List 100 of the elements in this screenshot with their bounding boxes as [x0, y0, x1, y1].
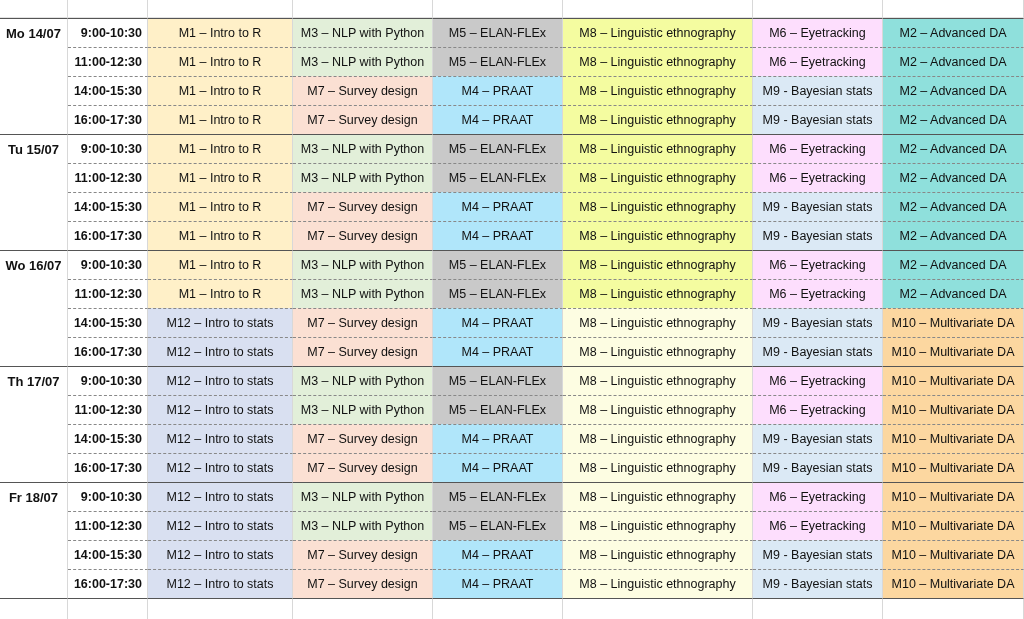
module-cell: M2 – Advanced DA: [883, 250, 1024, 279]
module-cell: M1 – Intro to R: [148, 18, 293, 47]
day-label: Th 17/07: [7, 373, 60, 389]
module-cell: M10 – Multivariate DA: [883, 337, 1024, 366]
module-cell: M12 – Intro to stats: [148, 569, 293, 598]
module-cell: M8 – Linguistic ethnography: [563, 482, 753, 511]
module-cell: M7 – Survey design: [293, 221, 433, 250]
module-cell: M2 – Advanced DA: [883, 163, 1024, 192]
module-cell: M4 – PRAAT: [433, 337, 563, 366]
module-cell: M8 – Linguistic ethnography: [563, 221, 753, 250]
module-cell: M6 – Eyetracking: [753, 279, 883, 308]
module-cell: M8 – Linguistic ethnography: [563, 366, 753, 395]
module-cell: M2 – Advanced DA: [883, 134, 1024, 163]
module-cell: M8 – Linguistic ethnography: [563, 163, 753, 192]
empty-cell: [0, 0, 68, 18]
module-cell: M6 – Eyetracking: [753, 366, 883, 395]
module-cell: M7 – Survey design: [293, 540, 433, 569]
module-cell: M7 – Survey design: [293, 192, 433, 221]
module-cell: M8 – Linguistic ethnography: [563, 76, 753, 105]
module-cell: M10 – Multivariate DA: [883, 540, 1024, 569]
module-cell: M2 – Advanced DA: [883, 47, 1024, 76]
module-cell: M7 – Survey design: [293, 105, 433, 134]
module-cell: M2 – Advanced DA: [883, 76, 1024, 105]
module-cell: M4 – PRAAT: [433, 453, 563, 482]
module-cell: M5 – ELAN-FLEx: [433, 366, 563, 395]
module-cell: M3 – NLP with Python: [293, 47, 433, 76]
module-cell: M9 - Bayesian stats: [753, 337, 883, 366]
module-cell: M2 – Advanced DA: [883, 279, 1024, 308]
module-cell: M9 - Bayesian stats: [753, 453, 883, 482]
module-cell: M4 – PRAAT: [433, 540, 563, 569]
module-cell: M7 – Survey design: [293, 453, 433, 482]
module-cell: M7 – Survey design: [293, 424, 433, 453]
module-cell: M6 – Eyetracking: [753, 395, 883, 424]
module-cell: M2 – Advanced DA: [883, 192, 1024, 221]
module-cell: M5 – ELAN-FLEx: [433, 250, 563, 279]
module-cell: M12 – Intro to stats: [148, 511, 293, 540]
module-cell: M8 – Linguistic ethnography: [563, 540, 753, 569]
module-cell: M3 – NLP with Python: [293, 134, 433, 163]
module-cell: M1 – Intro to R: [148, 279, 293, 308]
module-cell: M12 – Intro to stats: [148, 395, 293, 424]
module-cell: M10 – Multivariate DA: [883, 424, 1024, 453]
module-cell: M3 – NLP with Python: [293, 395, 433, 424]
module-cell: M5 – ELAN-FLEx: [433, 482, 563, 511]
day-label: Mo 14/07: [6, 25, 61, 41]
day-label: Fr 18/07: [8, 489, 59, 505]
module-cell: M8 – Linguistic ethnography: [563, 192, 753, 221]
module-cell: M9 - Bayesian stats: [753, 308, 883, 337]
module-cell: M8 – Linguistic ethnography: [563, 395, 753, 424]
module-cell: M5 – ELAN-FLEx: [433, 395, 563, 424]
module-cell: M8 – Linguistic ethnography: [563, 250, 753, 279]
module-cell: M12 – Intro to stats: [148, 453, 293, 482]
module-cell: M9 - Bayesian stats: [753, 76, 883, 105]
module-cell: M8 – Linguistic ethnography: [563, 105, 753, 134]
module-cell: M8 – Linguistic ethnography: [563, 47, 753, 76]
module-cell: M1 – Intro to R: [148, 105, 293, 134]
module-cell: M1 – Intro to R: [148, 47, 293, 76]
module-cell: M1 – Intro to R: [148, 134, 293, 163]
module-cell: M10 – Multivariate DA: [883, 482, 1024, 511]
module-cell: M1 – Intro to R: [148, 250, 293, 279]
module-cell: M3 – NLP with Python: [293, 366, 433, 395]
module-cell: M7 – Survey design: [293, 569, 433, 598]
module-cell: M4 – PRAAT: [433, 105, 563, 134]
module-cell: M10 – Multivariate DA: [883, 395, 1024, 424]
module-cell: M7 – Survey design: [293, 308, 433, 337]
module-cell: M9 - Bayesian stats: [753, 540, 883, 569]
module-cell: M8 – Linguistic ethnography: [563, 337, 753, 366]
module-cell: M6 – Eyetracking: [753, 250, 883, 279]
module-cell: M5 – ELAN-FLEx: [433, 134, 563, 163]
module-cell: M6 – Eyetracking: [753, 482, 883, 511]
module-cell: M10 – Multivariate DA: [883, 511, 1024, 540]
module-cell: M10 – Multivariate DA: [883, 453, 1024, 482]
module-cell: M9 - Bayesian stats: [753, 424, 883, 453]
module-cell: M3 – NLP with Python: [293, 482, 433, 511]
module-cell: M5 – ELAN-FLEx: [433, 511, 563, 540]
module-cell: M3 – NLP with Python: [293, 163, 433, 192]
module-cell: M3 – NLP with Python: [293, 511, 433, 540]
module-cell: M6 – Eyetracking: [753, 163, 883, 192]
module-cell: M5 – ELAN-FLEx: [433, 47, 563, 76]
module-cell: M6 – Eyetracking: [753, 18, 883, 47]
module-cell: M8 – Linguistic ethnography: [563, 279, 753, 308]
module-cell: M8 – Linguistic ethnography: [563, 424, 753, 453]
module-cell: M8 – Linguistic ethnography: [563, 308, 753, 337]
module-cell: M4 – PRAAT: [433, 192, 563, 221]
empty-cell: [0, 598, 68, 619]
module-cell: M7 – Survey design: [293, 337, 433, 366]
module-cell: M9 - Bayesian stats: [753, 569, 883, 598]
module-cell: M3 – NLP with Python: [293, 18, 433, 47]
module-cell: M1 – Intro to R: [148, 221, 293, 250]
module-cell: M4 – PRAAT: [433, 308, 563, 337]
module-cell: M10 – Multivariate DA: [883, 366, 1024, 395]
module-cell: M1 – Intro to R: [148, 76, 293, 105]
module-cell: M2 – Advanced DA: [883, 105, 1024, 134]
module-cell: M6 – Eyetracking: [753, 47, 883, 76]
module-cell: M9 - Bayesian stats: [753, 105, 883, 134]
module-cell: M3 – NLP with Python: [293, 279, 433, 308]
module-cell: M4 – PRAAT: [433, 569, 563, 598]
module-cell: M12 – Intro to stats: [148, 540, 293, 569]
module-cell: M5 – ELAN-FLEx: [433, 163, 563, 192]
module-cell: M4 – PRAAT: [433, 424, 563, 453]
module-cell: M1 – Intro to R: [148, 192, 293, 221]
